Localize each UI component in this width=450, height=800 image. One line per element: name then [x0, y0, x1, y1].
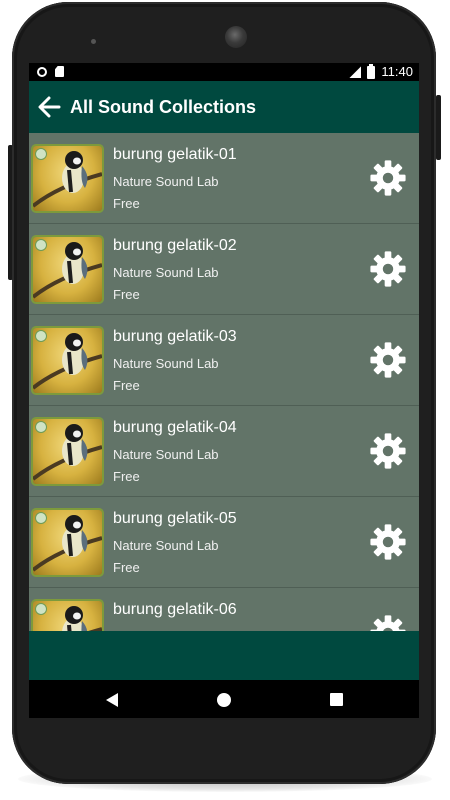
item-price: Free [113, 287, 140, 302]
item-title: burung gelatik-03 [113, 328, 237, 345]
bird-thumbnail [33, 146, 102, 211]
badge-icon [35, 239, 47, 251]
badge-icon [35, 603, 47, 615]
list-item[interactable]: burung gelatik-02 Nature Sound Lab Free [29, 224, 419, 315]
sd-card-icon [55, 66, 64, 77]
item-publisher: Nature Sound Lab [113, 447, 219, 462]
bird-thumbnail [33, 237, 102, 302]
list-item[interactable]: burung gelatik-03 Nature Sound Lab Free [29, 315, 419, 406]
app-bar: All Sound Collections [29, 81, 419, 133]
signal-icon [349, 66, 362, 78]
item-price: Free [113, 469, 140, 484]
front-camera [225, 26, 247, 48]
proximity-sensor [91, 39, 96, 44]
item-publisher: Nature Sound Lab [113, 538, 219, 553]
item-publisher: Nature Sound Lab [113, 265, 219, 280]
settings-gear-icon[interactable] [369, 159, 407, 197]
settings-gear-icon[interactable] [369, 614, 407, 631]
sound-list[interactable]: burung gelatik-01 Nature Sound Lab Free bur… [29, 133, 419, 631]
item-title: burung gelatik-04 [113, 419, 237, 436]
sync-status-icon [37, 66, 47, 77]
bird-thumbnail [33, 601, 102, 631]
item-title: burung gelatik-06 [113, 601, 237, 618]
badge-icon [35, 148, 47, 160]
status-bar: 11:40 [29, 63, 419, 81]
settings-gear-icon[interactable] [369, 523, 407, 561]
badge-icon [35, 421, 47, 433]
system-nav-bar [29, 680, 419, 718]
badge-icon [35, 330, 47, 342]
bottom-banner-area [29, 631, 419, 680]
badge-icon [35, 512, 47, 524]
item-price: Free [113, 560, 140, 575]
status-time: 11:40 [381, 64, 413, 79]
item-price: Free [113, 378, 140, 393]
nav-recents-icon[interactable] [330, 693, 343, 706]
bird-thumbnail [33, 328, 102, 393]
list-item[interactable]: burung gelatik-06Nature Sound LabFree [29, 588, 419, 631]
settings-gear-icon[interactable] [369, 432, 407, 470]
settings-gear-icon[interactable] [369, 341, 407, 379]
item-title: burung gelatik-01 [113, 146, 237, 163]
list-item[interactable]: burung gelatik-04 Nature Sound Lab Free [29, 406, 419, 497]
list-item[interactable]: burung gelatik-05 Nature Sound Lab Free [29, 497, 419, 588]
arrow-left-icon[interactable] [37, 96, 61, 118]
nav-back-icon[interactable] [106, 693, 118, 707]
power-button [436, 95, 441, 160]
bird-thumbnail [33, 419, 102, 484]
item-publisher: Nature Sound Lab [113, 356, 219, 371]
phone-screen: 11:40 All Sound Collections burung gelat… [29, 63, 419, 718]
nav-home-icon[interactable] [217, 693, 231, 707]
item-title: burung gelatik-02 [113, 237, 237, 254]
list-item[interactable]: burung gelatik-01 Nature Sound Lab Free [29, 133, 419, 224]
item-price: Free [113, 196, 140, 211]
bird-thumbnail [33, 510, 102, 575]
item-title: burung gelatik-05 [113, 510, 237, 527]
battery-icon [367, 63, 376, 79]
settings-gear-icon[interactable] [369, 250, 407, 288]
item-publisher: Nature Sound Lab [113, 174, 219, 189]
page-title: All Sound Collections [70, 97, 257, 117]
